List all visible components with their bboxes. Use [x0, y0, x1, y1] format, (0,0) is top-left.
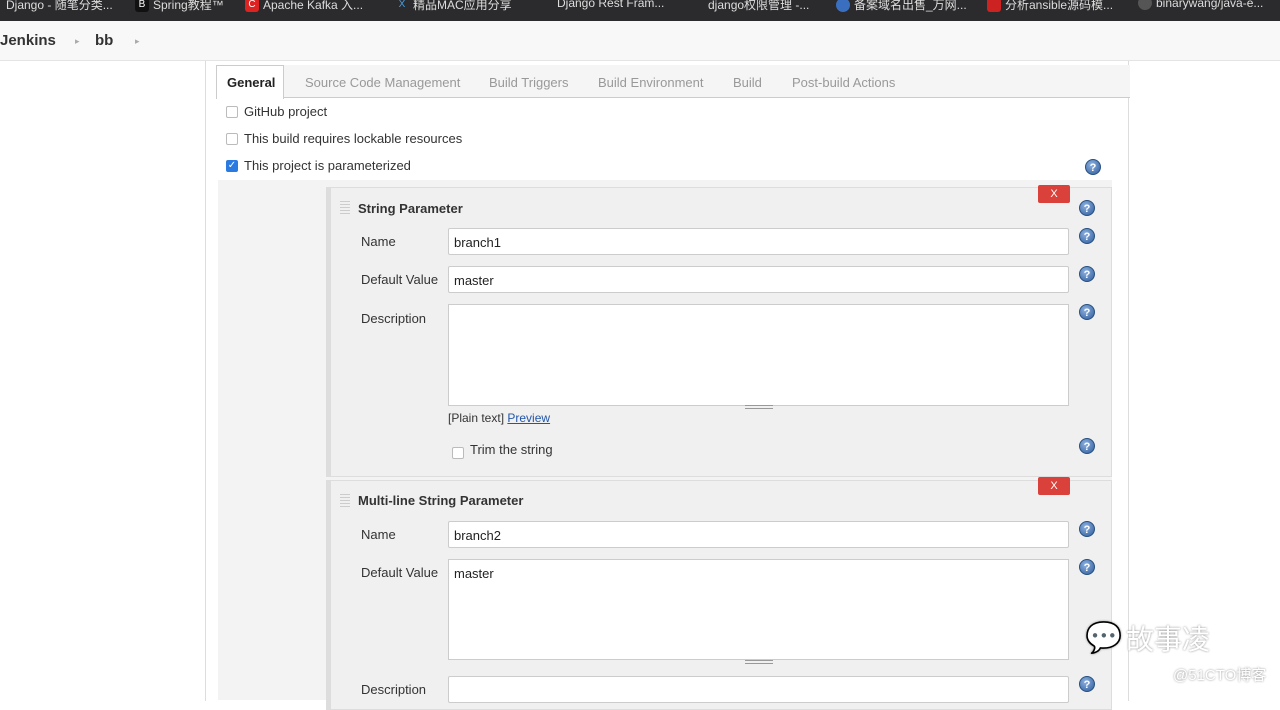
bookmark[interactable]: django权限管理 -...	[708, 0, 809, 13]
bookmark[interactable]: B Spring教程™	[135, 0, 224, 13]
help-icon[interactable]: ?	[1079, 228, 1095, 244]
description-label: Description	[361, 311, 427, 326]
bookmark-icon	[987, 0, 1001, 12]
bookmark-icon: B	[135, 0, 149, 12]
bookmark-icon: C	[245, 0, 259, 12]
help-icon[interactable]: ?	[1079, 304, 1095, 320]
tab-build-triggers[interactable]: Build Triggers	[489, 75, 568, 90]
help-icon[interactable]: ?	[1079, 521, 1095, 537]
checkbox[interactable]	[452, 447, 464, 459]
option-label: GitHub project	[244, 104, 328, 119]
bookmark[interactable]: 备案域名出售_万网...	[836, 0, 967, 13]
watermark-name: 故事凌	[1125, 624, 1210, 655]
block-title: Multi-line String Parameter	[358, 493, 524, 508]
plain-text-label: [Plain text]	[448, 411, 505, 425]
bookmark-icon	[836, 0, 850, 12]
help-icon[interactable]: ?	[1079, 438, 1095, 454]
checkbox[interactable]	[226, 132, 238, 145]
checkbox-checked[interactable]: ✓	[226, 159, 238, 172]
breadcrumb-bb[interactable]: bb	[95, 32, 113, 49]
bookmark[interactable]: Django Rest Fram...	[557, 0, 664, 10]
drag-handle[interactable]	[340, 201, 350, 215]
name-input[interactable]: branch2	[448, 521, 1069, 548]
drag-handle[interactable]	[340, 494, 350, 508]
wechat-icon: 💬	[1085, 621, 1123, 655]
block-title: String Parameter	[358, 201, 463, 216]
bookmark[interactable]: Django - 随笔分类...	[6, 0, 113, 13]
watermark: 💬 故事凌 @51CTO博客	[1085, 618, 1266, 685]
tab-bar: General Source Code Management Build Tri…	[216, 65, 1130, 99]
option-parameterized[interactable]: ✓ This project is parameterized	[226, 158, 411, 173]
watermark-site: @51CTO博客	[1173, 667, 1267, 684]
delete-button[interactable]: X	[1038, 185, 1070, 203]
chevron-right-icon[interactable]: ▸	[75, 36, 80, 47]
bookmark[interactable]: binarywang/java-e...	[1138, 0, 1263, 10]
breadcrumb-jenkins[interactable]: Jenkins	[0, 32, 56, 49]
help-icon[interactable]: ?	[1079, 200, 1095, 216]
resize-handle[interactable]	[745, 405, 773, 409]
breadcrumb: Jenkins ▸ bb ▸	[0, 21, 1280, 61]
tab-scm[interactable]: Source Code Management	[305, 75, 460, 90]
default-value-textarea[interactable]: master	[448, 559, 1069, 660]
default-value-label: Default Value	[361, 565, 439, 580]
help-icon[interactable]: ?	[1079, 559, 1095, 575]
description-textarea[interactable]	[448, 304, 1069, 406]
bookmark[interactable]: 分析ansible源码模...	[987, 0, 1113, 13]
help-icon[interactable]: ?	[1079, 266, 1095, 282]
resize-handle[interactable]	[745, 660, 773, 664]
option-github-project[interactable]: GitHub project	[226, 104, 327, 119]
bookmark[interactable]: X 精品MAC应用分享	[395, 0, 512, 13]
preview-link[interactable]: Preview	[507, 411, 550, 425]
name-input[interactable]: branch1	[448, 228, 1069, 255]
option-label: This project is parameterized	[244, 158, 411, 173]
default-value-input[interactable]: master	[448, 266, 1069, 293]
tab-build-environment[interactable]: Build Environment	[598, 75, 704, 90]
option-trim[interactable]: Trim the string	[452, 439, 553, 459]
bookmark-icon: X	[398, 0, 406, 10]
tab-post-build[interactable]: Post-build Actions	[792, 75, 895, 90]
markup-info: [Plain text] Preview	[448, 411, 550, 425]
default-value-label: Default Value	[361, 272, 439, 287]
description-textarea[interactable]	[448, 676, 1069, 703]
help-icon[interactable]: ?	[1085, 159, 1101, 175]
bookmark[interactable]: C Apache Kafka 入...	[245, 0, 363, 13]
chevron-right-icon[interactable]: ▸	[135, 36, 140, 47]
option-lockable[interactable]: This build requires lockable resources	[226, 131, 462, 146]
tab-build[interactable]: Build	[733, 75, 762, 90]
bookmarks-bar: Django - 随笔分类... B Spring教程™ C Apache Kafk…	[0, 0, 1280, 21]
option-label: Trim the string	[470, 441, 553, 457]
tab-general[interactable]: General	[216, 65, 284, 99]
checkbox[interactable]	[226, 105, 238, 118]
option-label: This build requires lockable resources	[244, 131, 463, 146]
description-label: Description	[361, 682, 427, 697]
name-label: Name	[361, 527, 396, 542]
delete-button[interactable]: X	[1038, 477, 1070, 495]
name-label: Name	[361, 234, 396, 249]
github-icon	[1138, 0, 1152, 10]
